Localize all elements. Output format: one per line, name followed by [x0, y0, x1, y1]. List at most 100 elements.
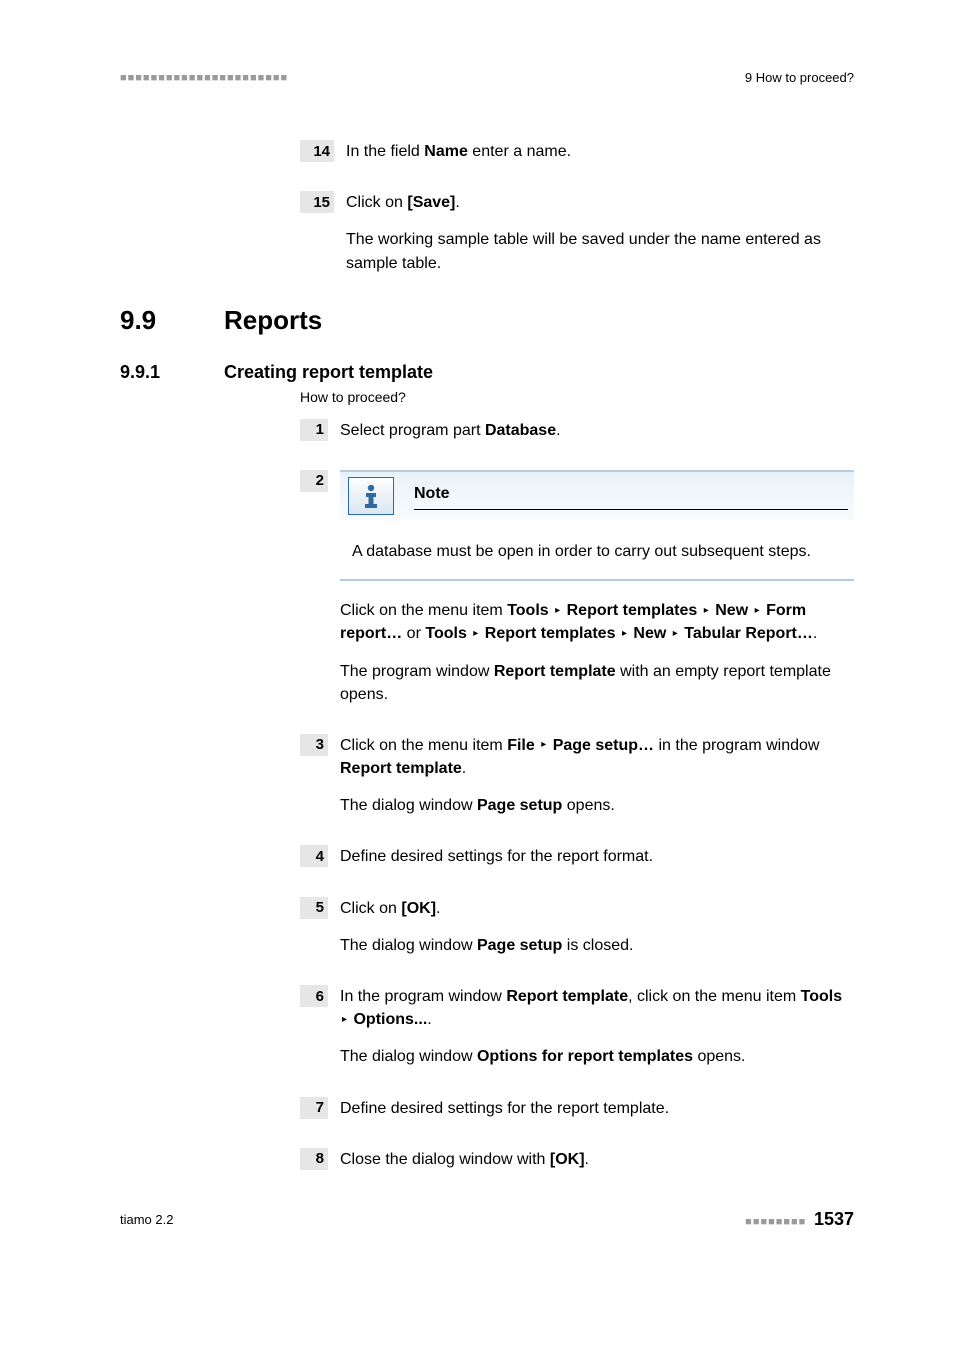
text: . [585, 1151, 589, 1168]
step-3: 3 Click on the menu item File ▸ Page set… [300, 734, 854, 818]
text: In the field [346, 143, 424, 160]
step-8: 8 Close the dialog window with [OK]. [300, 1148, 854, 1171]
text-bold: Options... [353, 1011, 427, 1028]
text: Select program part [340, 422, 485, 439]
text: . [455, 194, 459, 211]
text: The dialog window [340, 1048, 477, 1065]
text: Click on the menu item [340, 602, 507, 619]
subsection-number: 9.9.1 [120, 362, 224, 383]
text: Close the dialog window with [340, 1151, 550, 1168]
menu-arrow-icon: ▸ [702, 605, 711, 616]
text: . [556, 422, 560, 439]
subcaption: How to proceed? [300, 389, 854, 405]
text: Click on [340, 900, 401, 917]
step-number: 1 [300, 419, 328, 441]
text-bold: Tools [801, 988, 842, 1005]
text-bold: [Save] [407, 194, 455, 211]
step-body: Note A database must be open in order to… [340, 470, 854, 706]
page-header: ■■■■■■■■■■■■■■■■■■■■■■ 9 How to proceed? [120, 70, 854, 85]
text-bold: Report templates [567, 602, 698, 619]
document-page: ■■■■■■■■■■■■■■■■■■■■■■ 9 How to proceed?… [0, 0, 954, 1350]
step-15: 15 Click on [Save]. The working sample t… [300, 191, 854, 275]
menu-arrow-icon: ▸ [539, 739, 548, 750]
text-bold: Name [424, 143, 468, 160]
header-chapter: 9 How to proceed? [745, 70, 854, 85]
step-5: 5 Click on [OK]. The dialog window Page … [300, 897, 854, 957]
text-bold: Tools [507, 602, 548, 619]
step-number: 5 [300, 897, 328, 919]
section-number: 9.9 [120, 305, 224, 336]
text-bold: Report templates [485, 625, 616, 642]
text-bold: Tabular Report… [684, 625, 813, 642]
text: Click on [346, 194, 407, 211]
footer-right: ■■■■■■■■ 1537 [745, 1209, 854, 1230]
text: The program window [340, 663, 494, 680]
step-1: 1 Select program part Database. [300, 419, 854, 442]
menu-arrow-icon: ▸ [620, 628, 629, 639]
text: . [462, 760, 466, 777]
text: In the program window [340, 988, 506, 1005]
text: . [427, 1011, 431, 1028]
step-number: 7 [300, 1097, 328, 1119]
text-bold: Page setup… [553, 737, 654, 754]
step-body: In the program window Report template, c… [340, 985, 854, 1069]
text-bold: [OK] [550, 1151, 585, 1168]
text-bold: New [715, 602, 748, 619]
text-bold: New [633, 625, 666, 642]
text-bold: File [507, 737, 535, 754]
note-body: A database must be open in order to carr… [340, 520, 854, 563]
text-bold: Report template [506, 988, 628, 1005]
step-body: Click on the menu item File ▸ Page setup… [340, 734, 854, 818]
page-footer: tiamo 2.2 ■■■■■■■■ 1537 [120, 1209, 854, 1230]
step-number: 15 [300, 191, 334, 213]
text: . [436, 900, 440, 917]
step-body: Click on [OK]. The dialog window Page se… [340, 897, 854, 957]
note-box: Note A database must be open in order to… [340, 470, 854, 581]
text: opens. [693, 1048, 745, 1065]
step-body: Click on [Save]. The working sample tabl… [346, 191, 854, 275]
text: The working sample table will be saved u… [346, 228, 854, 274]
text-bold: Report template [494, 663, 616, 680]
menu-arrow-icon: ▸ [753, 605, 762, 616]
text: , click on the menu item [628, 988, 801, 1005]
text: . [813, 625, 817, 642]
text: Define desired settings for the report f… [340, 845, 854, 868]
note-header: Note [340, 472, 854, 520]
text: The dialog window [340, 937, 477, 954]
text-bold: Options for report templates [477, 1048, 693, 1065]
text: in the program window [654, 737, 819, 754]
footer-decoration: ■■■■■■■■ [745, 1216, 806, 1228]
step-body: Close the dialog window with [OK]. [340, 1148, 854, 1171]
step-number: 8 [300, 1148, 328, 1170]
text: or [402, 625, 425, 642]
step-body: Select program part Database. [340, 419, 854, 442]
step-body: In the field Name enter a name. [346, 140, 854, 163]
text: enter a name. [468, 143, 571, 160]
subsection-title: Creating report template [224, 362, 433, 383]
menu-arrow-icon: ▸ [553, 605, 562, 616]
step-4: 4 Define desired settings for the report… [300, 845, 854, 868]
header-decoration: ■■■■■■■■■■■■■■■■■■■■■■ [120, 72, 288, 84]
step-6: 6 In the program window Report template,… [300, 985, 854, 1069]
menu-arrow-icon: ▸ [671, 628, 680, 639]
step-number: 2 [300, 470, 328, 492]
text: opens. [562, 797, 614, 814]
step-number: 3 [300, 734, 328, 756]
section-heading: 9.9 Reports [120, 305, 854, 336]
text-bold: Page setup [477, 937, 562, 954]
step-number: 14 [300, 140, 334, 162]
step-body: Define desired settings for the report t… [340, 1097, 854, 1120]
text-bold: Tools [425, 625, 466, 642]
info-icon [348, 477, 394, 515]
page-content: 14 In the field Name enter a name. 15 Cl… [120, 85, 854, 1171]
text: The dialog window [340, 797, 477, 814]
section-title: Reports [224, 305, 322, 336]
subsection-heading: 9.9.1 Creating report template [120, 362, 854, 383]
step-number: 6 [300, 985, 328, 1007]
step-14: 14 In the field Name enter a name. [300, 140, 854, 163]
text-bold: Report template [340, 760, 462, 777]
text: Define desired settings for the report t… [340, 1097, 854, 1120]
step-number: 4 [300, 845, 328, 867]
step-2: 2 Note A databa [300, 470, 854, 706]
step-body: Define desired settings for the report f… [340, 845, 854, 868]
